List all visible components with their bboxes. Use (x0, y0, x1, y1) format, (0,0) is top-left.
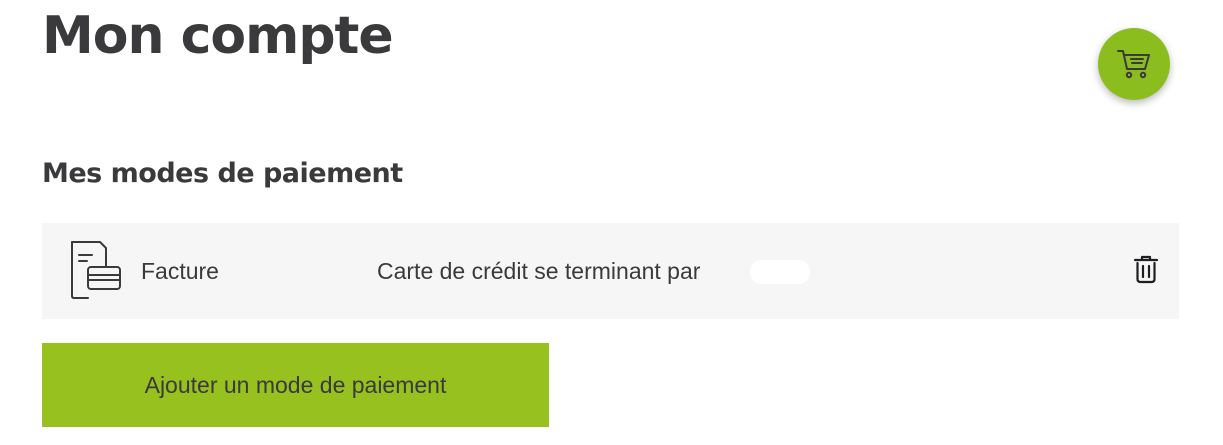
shopping-cart-icon (1114, 44, 1154, 84)
masked-card-digits (750, 260, 810, 284)
payment-method-row: Facture Carte de crédit se terminant par (42, 223, 1179, 319)
trash-icon (1133, 254, 1159, 289)
cart-button[interactable] (1098, 28, 1170, 100)
payment-method-description: Carte de crédit se terminant par (377, 258, 701, 284)
section-title: Mes modes de paiement (42, 158, 403, 189)
invoice-card-icon (66, 239, 124, 301)
page-title: Mon compte (42, 6, 394, 66)
delete-payment-method-button[interactable] (1133, 254, 1159, 289)
payment-method-name: Facture (141, 258, 219, 284)
add-payment-method-button[interactable]: Ajouter un mode de paiement (42, 343, 549, 427)
